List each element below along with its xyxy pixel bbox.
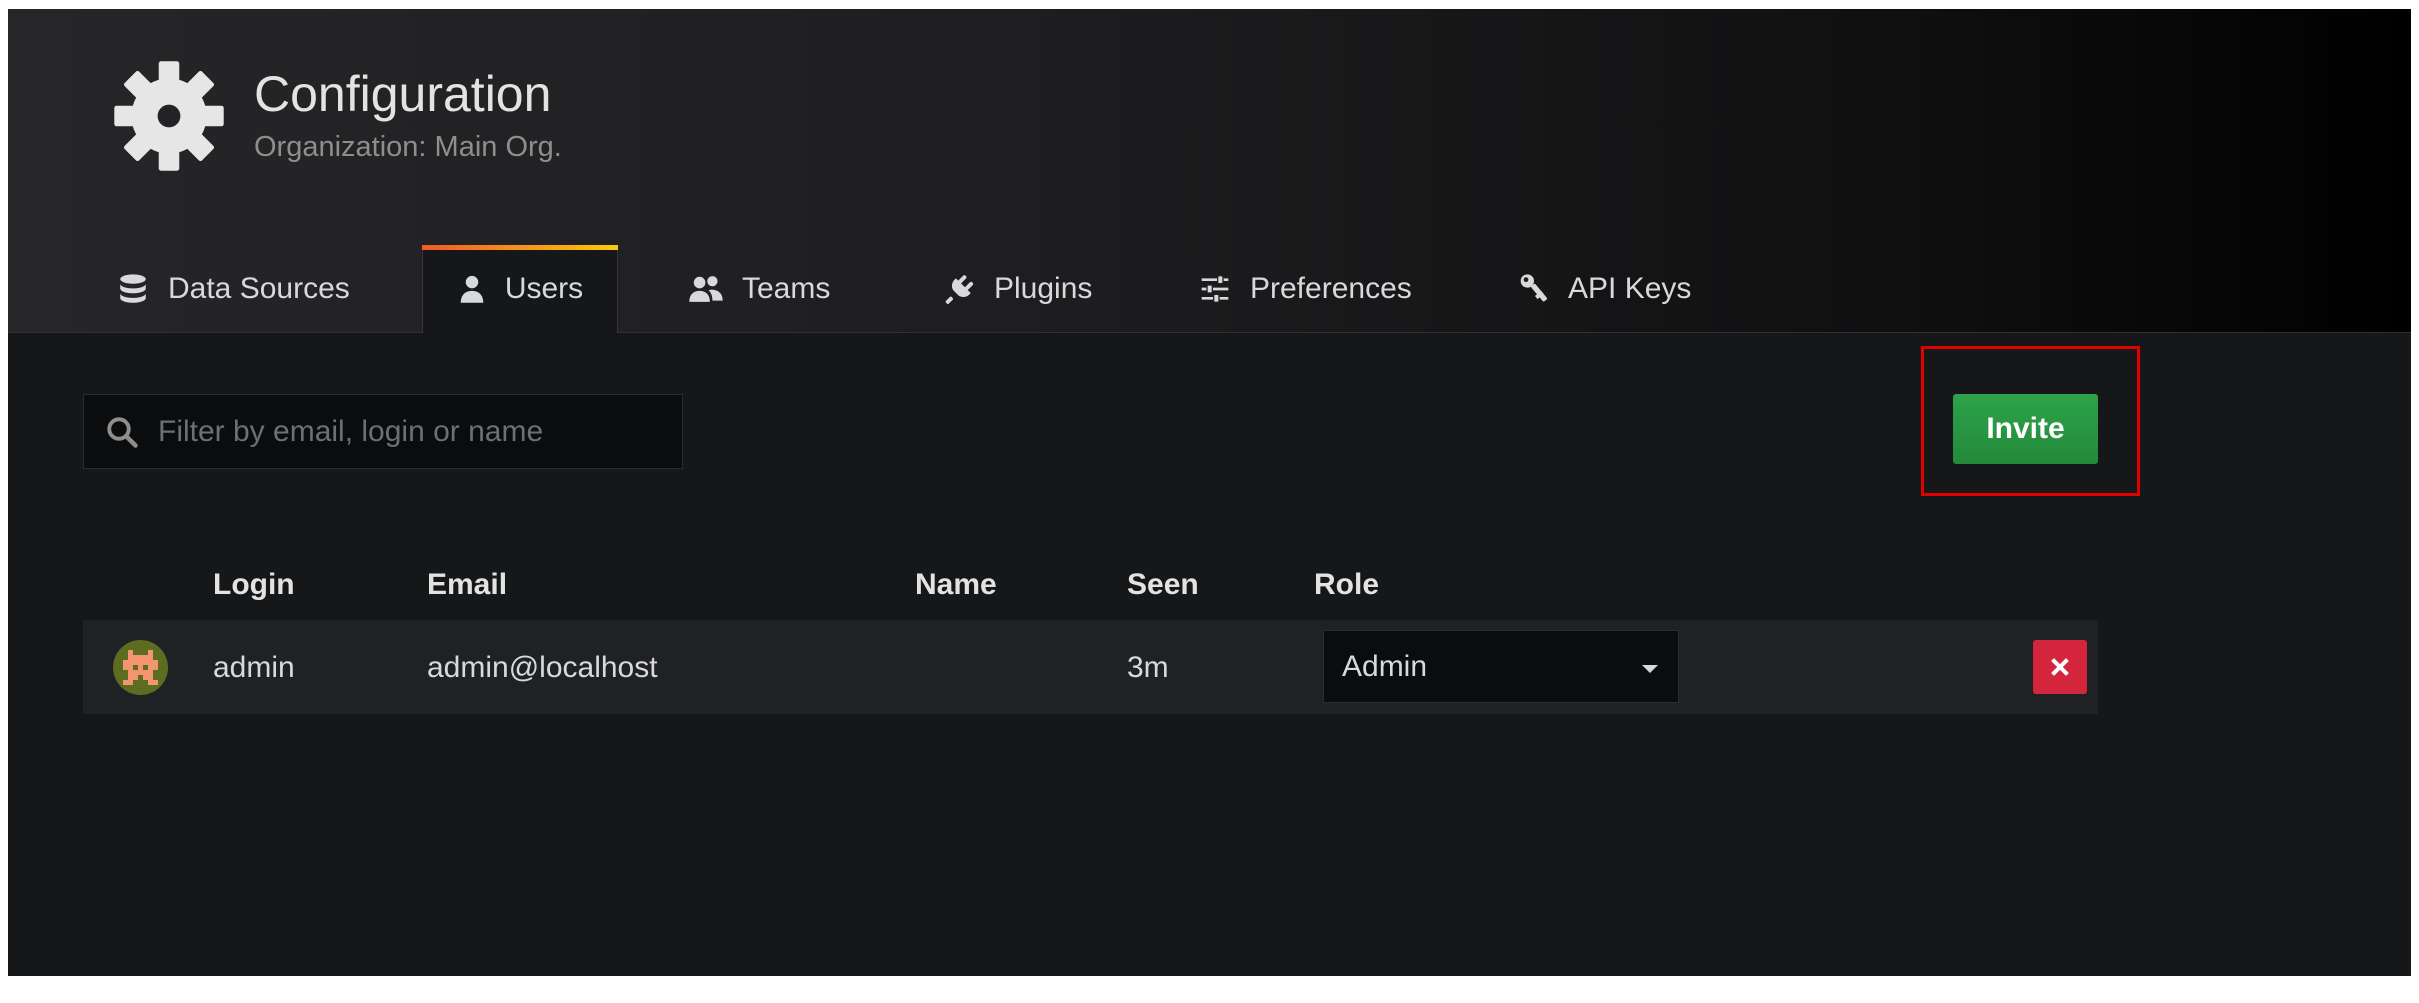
search-icon	[107, 416, 138, 448]
key-icon	[1520, 274, 1548, 302]
tab-label: API Keys	[1568, 272, 1692, 305]
tab-label: Data Sources	[168, 272, 350, 305]
role-select[interactable]: Admin	[1323, 630, 1679, 703]
user-login: admin	[213, 651, 295, 684]
tab-label: Preferences	[1250, 272, 1412, 305]
column-header-name: Name	[915, 568, 997, 601]
tab-teams[interactable]: Teams	[688, 245, 830, 333]
tab-data-sources[interactable]: Data Sources	[116, 245, 350, 333]
invite-button[interactable]: Invite	[1953, 394, 2098, 464]
sliders-icon	[1201, 275, 1229, 303]
app-frame: Configuration Organization: Main Org. Da…	[8, 9, 2411, 976]
database-icon	[120, 274, 146, 303]
user-filter-search[interactable]	[83, 394, 683, 469]
user-seen: 3m	[1127, 651, 1169, 684]
tab-label: Teams	[742, 272, 831, 305]
tab-label: Users	[504, 272, 584, 305]
user-email: admin@localhost	[427, 651, 658, 684]
column-header-email: Email	[427, 568, 508, 601]
tab-label: Plugins	[994, 272, 1093, 305]
role-select-value: Admin	[1342, 649, 1428, 683]
users-icon	[689, 276, 723, 302]
page-subtitle: Organization: Main Org.	[254, 131, 562, 163]
user-icon	[460, 275, 484, 303]
table-row: admin admin@localhost 3m Admin	[83, 620, 2098, 714]
close-icon	[2051, 658, 2069, 676]
tab-preferences[interactable]: Preferences	[1198, 245, 1412, 333]
page-header: Configuration Organization: Main Org. Da…	[8, 9, 2411, 333]
delete-user-button[interactable]	[2033, 640, 2087, 694]
caret-down-icon	[1642, 665, 1658, 673]
avatar	[113, 640, 168, 695]
column-header-seen: Seen	[1127, 568, 1199, 601]
tab-api-keys[interactable]: API Keys	[1518, 245, 1691, 333]
search-input[interactable]	[158, 414, 658, 449]
column-header-role: Role	[1314, 568, 1380, 601]
gear-icon	[114, 61, 224, 171]
tab-users[interactable]: Users	[422, 245, 618, 333]
column-header-login: Login	[213, 568, 295, 601]
plug-icon	[945, 275, 974, 305]
page-title: Configuration	[254, 66, 552, 122]
tab-plugins[interactable]: Plugins	[944, 245, 1092, 333]
